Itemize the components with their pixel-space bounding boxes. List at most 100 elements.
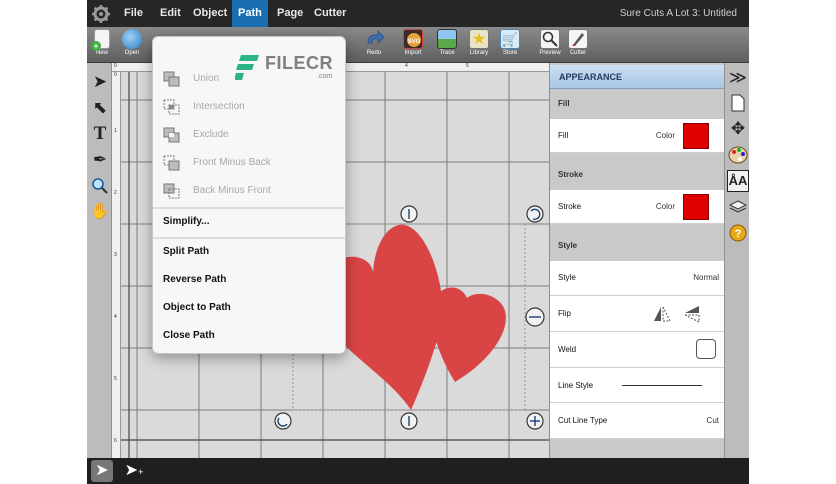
preview-label: Preview bbox=[539, 50, 561, 56]
text-style-icon[interactable]: ÅA bbox=[727, 170, 749, 192]
menu-item-intersection[interactable]: Intersection bbox=[153, 93, 345, 121]
cut-line-type-row[interactable]: Cut Line Type Cut bbox=[550, 403, 725, 439]
store-label: Store bbox=[502, 50, 518, 56]
menu-item-intersection-label: Intersection bbox=[193, 101, 245, 112]
preview-button[interactable]: Preview bbox=[535, 29, 565, 61]
new-button[interactable]: + New bbox=[87, 29, 117, 61]
stroke-color-swatch[interactable] bbox=[683, 194, 709, 220]
zoom-icon[interactable] bbox=[89, 175, 111, 197]
menu-object[interactable]: Object bbox=[193, 0, 227, 27]
help-icon[interactable]: ? bbox=[727, 222, 749, 244]
flip-vertical-icon[interactable] bbox=[682, 304, 702, 324]
ruler-left-label: 5 bbox=[114, 376, 117, 382]
bottom-toolbar: ➤ ➤+ bbox=[87, 458, 749, 484]
gear-icon[interactable] bbox=[91, 4, 111, 24]
node-edit-icon[interactable]: ⬉ bbox=[89, 97, 111, 119]
menu-item-object-to-path[interactable]: Object to Path bbox=[153, 294, 345, 322]
intersection-icon bbox=[163, 99, 180, 115]
menu-page[interactable]: Page bbox=[277, 0, 303, 27]
ruler-left-label: 2 bbox=[114, 190, 117, 196]
cut-line-type-value: Cut bbox=[706, 416, 719, 425]
weld-checkbox[interactable] bbox=[696, 339, 716, 359]
menubar: File Edit Object Path Page Cutter Sure C… bbox=[87, 0, 749, 27]
open-icon bbox=[122, 29, 142, 49]
style-section-title: Style bbox=[558, 241, 578, 250]
layers-icon[interactable] bbox=[727, 196, 749, 218]
handle-bottom[interactable] bbox=[400, 412, 418, 430]
new-label: New bbox=[95, 50, 108, 56]
cutter-label: Cutter bbox=[569, 50, 587, 56]
cutter-button[interactable]: Cutter bbox=[563, 29, 593, 61]
import-button[interactable]: SVG Import bbox=[398, 29, 428, 61]
svg-text:?: ? bbox=[735, 228, 742, 240]
trace-icon bbox=[437, 29, 457, 49]
trace-label: Trace bbox=[439, 50, 455, 56]
trace-button[interactable]: Trace bbox=[432, 29, 462, 61]
collapse-panel-icon[interactable]: ≫ bbox=[727, 67, 749, 89]
handle-top[interactable] bbox=[400, 205, 418, 223]
menu-item-exclude-label: Exclude bbox=[193, 129, 229, 140]
flip-horizontal-icon[interactable] bbox=[652, 304, 672, 324]
menu-item-union-label: Union bbox=[193, 73, 220, 84]
library-button[interactable]: ★ Library bbox=[464, 29, 494, 61]
weld-label: Weld bbox=[558, 345, 577, 354]
palette-icon[interactable] bbox=[727, 144, 749, 166]
ruler-left-label: 4 bbox=[114, 314, 117, 320]
path-dropdown-menu: FILECR .com Union Intersection Exclude F… bbox=[152, 36, 346, 354]
preview-magnifier-icon bbox=[540, 29, 560, 49]
import-svg-icon: SVG bbox=[403, 29, 423, 49]
stroke-label: Stroke bbox=[558, 202, 582, 211]
open-button[interactable]: Open bbox=[117, 29, 147, 61]
menu-edit[interactable]: Edit bbox=[160, 0, 181, 27]
handle-rotate-top-right[interactable] bbox=[526, 205, 544, 223]
fill-color-swatch[interactable] bbox=[683, 123, 709, 149]
handle-right[interactable] bbox=[525, 307, 545, 327]
handle-rotate-bottom-left[interactable] bbox=[274, 412, 292, 430]
back-minus-front-icon bbox=[163, 183, 180, 199]
menu-item-simplify[interactable]: Simplify... bbox=[153, 208, 345, 236]
select-mode-icon[interactable]: ➤ bbox=[91, 460, 113, 482]
weld-row: Weld bbox=[550, 332, 725, 368]
menu-path[interactable]: Path bbox=[232, 0, 268, 27]
hand-pan-icon[interactable]: ✋ bbox=[89, 201, 111, 223]
redo-label: Redo bbox=[366, 50, 382, 56]
select-arrow-icon[interactable]: ➤ bbox=[89, 71, 111, 93]
union-icon bbox=[163, 71, 180, 87]
text-tool-icon[interactable]: T bbox=[89, 123, 111, 145]
store-cart-icon: 🛒 bbox=[500, 29, 520, 49]
redo-button[interactable]: Redo bbox=[359, 29, 389, 61]
menu-item-exclude[interactable]: Exclude bbox=[153, 121, 345, 149]
pen-tool-icon[interactable]: ✒ bbox=[89, 149, 111, 171]
menu-item-front-minus-back[interactable]: Front Minus Back bbox=[153, 149, 345, 177]
menu-item-close-path[interactable]: Close Path bbox=[153, 322, 345, 350]
cut-line-type-label: Cut Line Type bbox=[558, 416, 608, 425]
right-icon-strip: ≫ ✥ ÅA ? bbox=[724, 63, 749, 458]
fill-row[interactable]: Fill Color bbox=[550, 119, 725, 153]
menu-item-back-minus-front[interactable]: Back Minus Front bbox=[153, 177, 345, 205]
library-label: Library bbox=[469, 50, 489, 56]
menu-cutter[interactable]: Cutter bbox=[314, 0, 346, 27]
line-style-row[interactable]: Line Style bbox=[550, 368, 725, 403]
document-icon[interactable] bbox=[727, 92, 749, 114]
small-heart[interactable] bbox=[432, 287, 506, 383]
left-toolbox: ➤ ⬉ T ✒ ✋ bbox=[87, 63, 112, 458]
appearance-panel: APPEARANCE Fill Fill Color Stroke Stroke… bbox=[549, 63, 725, 458]
flip-row: Flip bbox=[550, 296, 725, 332]
menu-item-union[interactable]: Union bbox=[153, 65, 345, 93]
fill-label: Fill bbox=[558, 131, 569, 140]
stroke-type: Color bbox=[655, 202, 675, 211]
cutter-blade-icon bbox=[568, 29, 588, 49]
ruler-left-label: 3 bbox=[114, 252, 117, 258]
ruler-top-label: 4 bbox=[405, 63, 408, 69]
svg-text:SVG: SVG bbox=[408, 39, 421, 45]
menu-item-split-path[interactable]: Split Path bbox=[153, 238, 345, 266]
menu-file[interactable]: File bbox=[124, 0, 143, 27]
add-node-mode-icon[interactable]: ➤+ bbox=[123, 460, 145, 482]
stroke-row[interactable]: Stroke Color bbox=[550, 190, 725, 224]
app-window: File Edit Object Path Page Cutter Sure C… bbox=[87, 0, 749, 484]
store-button[interactable]: 🛒 Store bbox=[495, 29, 525, 61]
handle-scale-bottom-right[interactable] bbox=[526, 412, 544, 430]
menu-item-reverse-path[interactable]: Reverse Path bbox=[153, 266, 345, 294]
style-row[interactable]: Style Normal bbox=[550, 261, 725, 296]
move-arrows-icon[interactable]: ✥ bbox=[727, 118, 749, 140]
